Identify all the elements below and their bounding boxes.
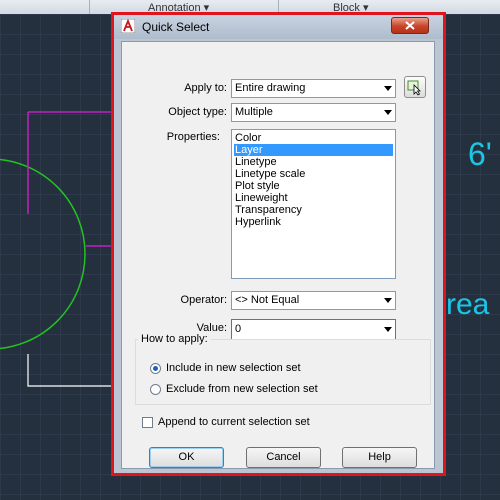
properties-list[interactable]: Color Layer Linetype Linetype scale Plot… [231,129,396,279]
value-select[interactable]: 0 [231,319,396,340]
property-item-transparency[interactable]: Transparency [234,204,302,216]
operator-value: <> Not Equal [235,294,300,306]
how-to-apply-title: How to apply: [138,333,211,345]
apply-to-select[interactable]: Entire drawing [231,79,396,98]
include-radio[interactable] [150,363,161,374]
property-item-hyperlink[interactable]: Hyperlink [234,216,281,228]
help-button[interactable]: Help [342,447,417,468]
apply-to-value: Entire drawing [235,82,306,94]
cad-dimension-text: 6' [468,136,492,172]
select-objects-button[interactable] [404,76,426,98]
close-icon [405,21,415,30]
autocad-app-icon [121,19,135,33]
append-label[interactable]: Append to current selection set [158,416,310,428]
chevron-down-icon [384,86,392,91]
properties-label: Properties: [166,131,220,143]
property-item-plot-style[interactable]: Plot style [234,180,280,192]
dialog-body: Apply to: Entire drawing Object type: Mu… [121,41,435,469]
exclude-radio[interactable] [150,384,161,395]
close-button[interactable] [391,17,429,34]
operator-select[interactable]: <> Not Equal [231,291,396,310]
ok-button[interactable]: OK [149,447,224,468]
operator-label: Operator: [180,294,227,306]
dialog-titlebar[interactable]: Quick Select [114,15,443,39]
apply-to-label: Apply to: [184,82,227,94]
value-value: 0 [235,323,242,335]
white-entity [27,354,112,387]
property-item-color[interactable]: Color [234,132,261,144]
include-label[interactable]: Include in new selection set [166,362,301,374]
dialog-title: Quick Select [142,20,210,34]
circle-entity [0,158,86,350]
property-item-linetype-scale[interactable]: Linetype scale [234,168,305,180]
append-checkbox[interactable] [142,417,153,428]
cad-area-text: rea [446,288,490,321]
chevron-down-icon [384,298,392,303]
exclude-label[interactable]: Exclude from new selection set [166,383,318,395]
object-type-value: Multiple [235,106,273,118]
quick-select-dialog: Quick Select Apply to: Entire drawing Ob… [111,12,446,476]
cancel-button[interactable]: Cancel [246,447,321,468]
object-type-label: Object type: [168,106,227,118]
chevron-down-icon [384,110,392,115]
select-objects-icon [407,80,421,96]
ribbon-separator [89,0,90,14]
property-item-layer[interactable]: Layer [234,144,393,156]
property-item-lineweight[interactable]: Lineweight [234,192,288,204]
property-item-linetype[interactable]: Linetype [234,156,277,168]
chevron-down-icon [384,327,392,332]
object-type-select[interactable]: Multiple [231,103,396,122]
